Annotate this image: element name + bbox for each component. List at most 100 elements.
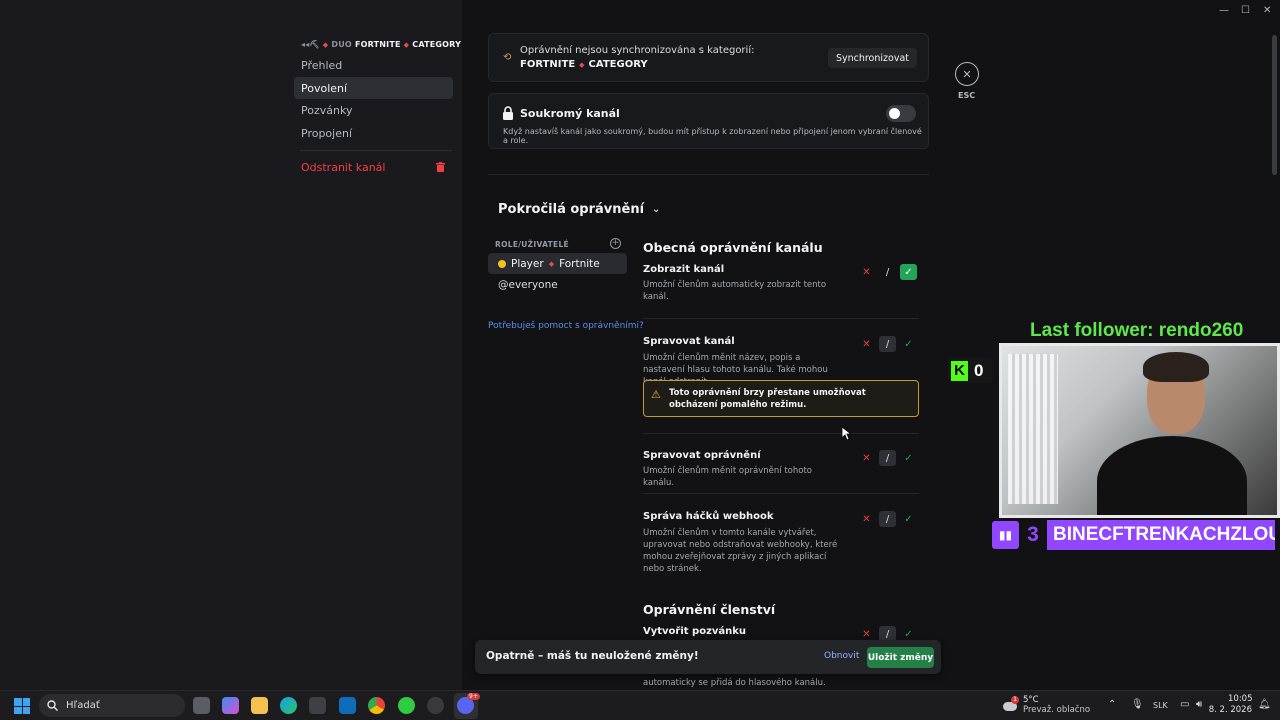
deny-button[interactable]: ✕ bbox=[858, 336, 875, 352]
delete-channel-button[interactable]: Odstranit kanál bbox=[294, 156, 453, 178]
chevron-up-icon[interactable]: ⌃ bbox=[1108, 699, 1116, 710]
diamond-icon: ◆ bbox=[548, 259, 555, 268]
deny-button[interactable]: ✕ bbox=[858, 264, 875, 280]
sidebar-item-label: Povolení bbox=[301, 81, 348, 95]
settings-sidebar: ◂◂⛏ ◆ DUO FORTNITE ◆ CATEGORY Přehled Po… bbox=[0, 0, 462, 690]
neutral-button[interactable]: / bbox=[879, 336, 896, 352]
perm-manage-webhooks-desc: Umožní členům v tomto kanále vytvářet, u… bbox=[643, 528, 838, 574]
synchronize-button[interactable]: Synchronizovat bbox=[827, 48, 917, 68]
sync-status-text: Oprávnění nejsou synchronizována s kateg… bbox=[520, 45, 755, 56]
deny-button[interactable]: ✕ bbox=[858, 511, 875, 527]
trash-icon bbox=[436, 162, 445, 172]
private-channel-title: Soukromý kanál bbox=[520, 107, 620, 120]
webcam-window bbox=[1008, 354, 1058, 504]
section-divider bbox=[488, 174, 929, 175]
chrome-icon[interactable] bbox=[368, 697, 385, 714]
network-icon[interactable]: ▭ bbox=[1180, 699, 1189, 710]
task-view-icon[interactable] bbox=[193, 697, 210, 714]
perm-manage-permissions-title: Spravovat oprávnění bbox=[643, 450, 761, 461]
allow-button[interactable]: ✓ bbox=[900, 511, 917, 527]
system-clock[interactable]: 10:05 8. 2. 2026 bbox=[1209, 694, 1253, 716]
copilot-icon[interactable] bbox=[222, 697, 239, 714]
kick-logo-icon: K bbox=[951, 360, 968, 381]
perm-manage-channel-title: Spravovat kanál bbox=[643, 336, 735, 347]
streaming-app-icon[interactable] bbox=[398, 697, 415, 714]
allow-button[interactable]: ✓ bbox=[900, 450, 917, 466]
role-name-suffix: Fortnite bbox=[559, 257, 600, 270]
private-channel-toggle[interactable] bbox=[886, 105, 916, 122]
membership-permissions-title: Oprávnění členství bbox=[643, 602, 776, 617]
mouse-cursor-icon bbox=[842, 427, 852, 441]
unsaved-changes-bar: Opatrně – máš tu neuložené změny! Obnovi… bbox=[475, 640, 941, 674]
windows-start-icon[interactable] bbox=[14, 698, 30, 714]
allow-button[interactable]: ✓ bbox=[900, 336, 917, 352]
perm-manage-channel-toggle: ✕ / ✓ bbox=[858, 336, 917, 352]
warning-text: Toto oprávnění brzy přestane umožňovat o… bbox=[669, 388, 866, 410]
volume-icon[interactable]: 🔊︎ bbox=[1196, 699, 1202, 710]
window-close-icon[interactable]: ✕ bbox=[1263, 5, 1271, 16]
weather-temp: 5°C bbox=[1023, 695, 1039, 705]
role-item-everyone[interactable]: @everyone bbox=[488, 274, 627, 295]
obs-icon[interactable] bbox=[427, 697, 444, 714]
close-icon[interactable]: ✕ bbox=[955, 62, 979, 86]
role-item-player-fortnite[interactable]: Player ◆ Fortnite bbox=[488, 253, 627, 274]
allow-button[interactable]: ✓ bbox=[900, 264, 917, 280]
outlook-icon[interactable] bbox=[339, 697, 356, 714]
perm-manage-permissions-desc: Umožní členům měnit oprávnění tohoto kan… bbox=[643, 466, 812, 488]
breadcrumb-category-right: CATEGORY bbox=[412, 40, 462, 49]
weather-widget[interactable]: 1 5°C Prevaž. oblačno bbox=[1002, 695, 1090, 715]
search-icon bbox=[47, 700, 58, 711]
store-icon[interactable] bbox=[309, 697, 326, 714]
add-role-icon[interactable]: + bbox=[610, 238, 621, 249]
sync-permissions-card: ⟲ Oprávnění nejsou synchronizována s kat… bbox=[488, 33, 929, 82]
neutral-button[interactable]: / bbox=[879, 264, 896, 280]
permissions-help-link[interactable]: Potřebuješ pomoct s oprávněními? bbox=[488, 321, 644, 331]
delete-channel-label: Odstranit kanál bbox=[301, 160, 386, 174]
warning-icon: ⚠ bbox=[651, 388, 661, 401]
edge-icon[interactable] bbox=[280, 697, 297, 714]
save-changes-button[interactable]: Uložit změny bbox=[867, 647, 934, 668]
private-channel-description: Když nastavíš kanál jako soukromý, budou… bbox=[503, 127, 922, 145]
file-explorer-icon[interactable] bbox=[251, 697, 268, 714]
advanced-permissions-header[interactable]: Pokročilá oprávnění ⌄ bbox=[498, 202, 660, 217]
taskbar-search[interactable]: Hľadať bbox=[39, 694, 185, 717]
role-name: Player bbox=[511, 257, 544, 270]
notification-bell-icon[interactable]: 🔔︎ bbox=[1258, 699, 1271, 710]
maximize-icon[interactable]: ☐ bbox=[1241, 5, 1250, 16]
weather-desc: Prevaž. oblačno bbox=[1023, 705, 1091, 715]
sidebar-item-invites[interactable]: Pozvánky bbox=[294, 99, 453, 121]
sidebar-divider bbox=[300, 150, 452, 151]
lock-icon bbox=[503, 106, 513, 120]
diamond-icon: ◆ bbox=[322, 40, 329, 49]
clock-time: 10:05 bbox=[1228, 694, 1253, 704]
deny-button[interactable]: ✕ bbox=[858, 450, 875, 466]
reset-button[interactable]: Obnovit bbox=[824, 651, 859, 661]
perm-view-channel-toggle: ✕ / ✓ bbox=[858, 264, 917, 280]
private-channel-card: Soukromý kanál Když nastavíš kanál jako … bbox=[488, 93, 929, 149]
sidebar-item-integrations[interactable]: Propojení bbox=[294, 122, 453, 144]
perm-manage-webhooks-toggle: ✕ / ✓ bbox=[858, 511, 917, 527]
obscured-permission-desc: automaticky se přidá do hlasového kanálu… bbox=[643, 678, 826, 688]
weather-badge: 1 bbox=[1011, 696, 1019, 704]
neutral-button[interactable]: / bbox=[879, 511, 896, 527]
sidebar-item-overview[interactable]: Přehled bbox=[294, 54, 453, 76]
neutral-button[interactable]: / bbox=[879, 450, 896, 466]
sidebar-item-permissions[interactable]: Povolení bbox=[294, 77, 453, 99]
cloud-icon: 1 bbox=[1002, 696, 1019, 712]
minimize-icon[interactable]: — bbox=[1219, 5, 1229, 16]
role-name: @everyone bbox=[498, 278, 558, 291]
sync-category-left: FORTNITE bbox=[520, 59, 576, 70]
kick-viewer-count: K 0 bbox=[948, 358, 993, 383]
perm-divider bbox=[643, 493, 919, 494]
language-indicator[interactable]: SLK bbox=[1153, 701, 1168, 710]
scrollbar[interactable] bbox=[1272, 35, 1277, 175]
perm-divider bbox=[643, 433, 919, 434]
twitch-count: 3 bbox=[1027, 523, 1039, 546]
roles-header: ROLE/UŽIVATELÉ bbox=[495, 240, 569, 249]
chevron-down-icon: ⌄ bbox=[652, 204, 661, 215]
perm-manage-permissions-toggle: ✕ / ✓ bbox=[858, 450, 917, 466]
perm-view-channel-title: Zobrazit kanál bbox=[643, 264, 725, 275]
diamond-icon: ◆ bbox=[579, 60, 585, 69]
breadcrumb-category-left: FORTNITE bbox=[354, 40, 401, 49]
microphone-icon[interactable]: 🎙︎ bbox=[1131, 699, 1144, 710]
